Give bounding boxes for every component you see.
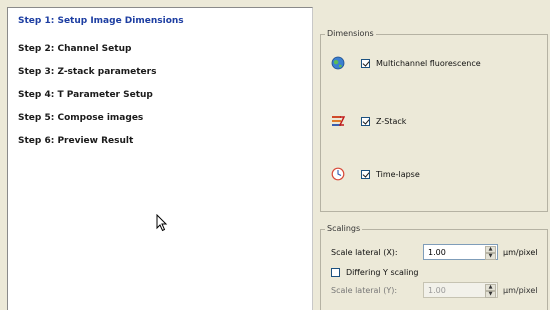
step-1-setup-image-dimensions[interactable]: Step 1: Setup Image Dimensions — [18, 12, 184, 30]
multichannel-checkbox[interactable] — [361, 58, 370, 68]
scale-lateral-y-spin-buttons: ▲ ▼ — [485, 284, 496, 298]
step-4-t-parameter-setup[interactable]: Step 4: T Parameter Setup — [18, 86, 153, 104]
mouse-pointer-icon — [156, 214, 168, 232]
scale-lateral-y-label: Scale lateral (Y): — [331, 285, 398, 295]
step-3-z-stack-parameters[interactable]: Step 3: Z-stack parameters — [18, 63, 156, 81]
dimension-option-z-stack: Z-Stack — [331, 113, 406, 129]
clock-icon — [331, 167, 345, 181]
settings-panel: Dimensions Multichannel fluorescence Z-S… — [320, 7, 550, 310]
differing-y-checkbox[interactable] — [331, 267, 340, 277]
differing-y-row: Differing Y scaling — [331, 265, 419, 279]
scale-lateral-x-row: Scale lateral (X): 1.00 ▲ ▼ µm/pixel — [331, 244, 538, 260]
spin-down-icon[interactable]: ▼ — [485, 253, 496, 260]
dimensions-group: Dimensions Multichannel fluorescence Z-S… — [320, 28, 548, 212]
z-stack-checkbox[interactable] — [361, 116, 370, 126]
scale-lateral-x-value: 1.00 — [428, 247, 446, 257]
spin-up-icon[interactable]: ▲ — [485, 284, 496, 291]
scalings-group: Scalings Scale lateral (X): 1.00 ▲ ▼ µm/… — [320, 223, 548, 310]
spin-down-icon[interactable]: ▼ — [485, 291, 496, 298]
scale-lateral-x-label: Scale lateral (X): — [331, 247, 398, 257]
spin-up-icon[interactable]: ▲ — [485, 246, 496, 253]
time-lapse-checkbox[interactable] — [361, 169, 370, 179]
wizard-window: Step 1: Setup Image Dimensions Step 2: C… — [0, 0, 550, 310]
differing-y-label: Differing Y scaling — [346, 267, 419, 277]
scale-lateral-y-spinbox[interactable]: 1.00 ▲ ▼ — [423, 282, 498, 298]
globe-icon — [331, 56, 345, 70]
dimension-option-multichannel: Multichannel fluorescence — [331, 55, 481, 71]
multichannel-label: Multichannel fluorescence — [376, 58, 481, 68]
steps-panel: Step 1: Setup Image Dimensions Step 2: C… — [7, 7, 313, 310]
dimension-option-time-lapse: Time-lapse — [331, 166, 420, 182]
scalings-title: Scalings — [325, 223, 363, 235]
scale-lateral-y-unit: µm/pixel — [503, 285, 538, 295]
step-6-preview-result[interactable]: Step 6: Preview Result — [18, 132, 133, 150]
dimensions-title: Dimensions — [325, 28, 376, 40]
time-lapse-label: Time-lapse — [376, 169, 420, 179]
scale-lateral-x-unit: µm/pixel — [503, 247, 538, 257]
scale-lateral-y-row: Scale lateral (Y): 1.00 ▲ ▼ µm/pixel — [331, 282, 538, 298]
step-2-channel-setup[interactable]: Step 2: Channel Setup — [18, 40, 131, 58]
scale-lateral-y-value: 1.00 — [428, 285, 446, 295]
scale-lateral-x-spinbox[interactable]: 1.00 ▲ ▼ — [423, 244, 498, 260]
step-5-compose-images[interactable]: Step 5: Compose images — [18, 109, 143, 127]
z-stack-label: Z-Stack — [376, 116, 407, 126]
z-stack-icon — [332, 116, 345, 126]
scale-lateral-x-spin-buttons: ▲ ▼ — [485, 246, 496, 260]
